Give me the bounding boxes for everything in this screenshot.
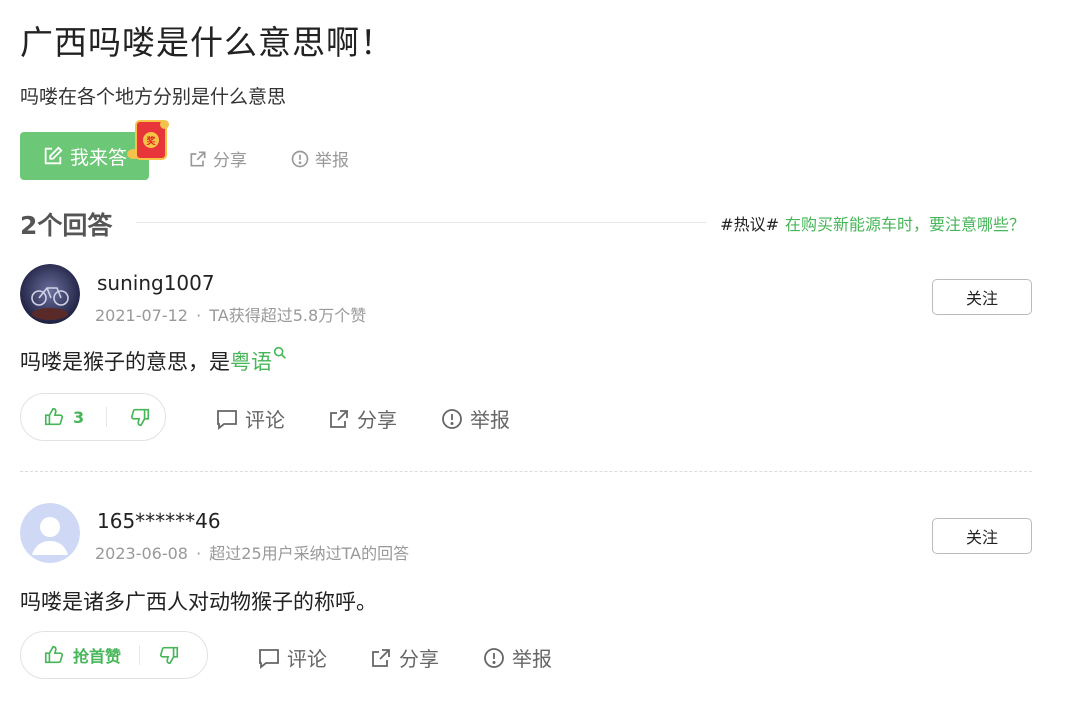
like-button[interactable]: 3 — [43, 406, 84, 428]
vote-pill: 3 — [20, 393, 166, 441]
keyword-link[interactable]: 粤语 — [230, 346, 288, 374]
comment-label: 评论 — [287, 647, 327, 671]
username[interactable]: 165******46 — [97, 509, 221, 533]
share-button[interactable]: 分享 — [327, 404, 397, 433]
share-icon — [330, 409, 348, 428]
hot-tag: #热议# — [720, 215, 779, 234]
warning-icon — [442, 408, 462, 429]
dislike-button[interactable] — [158, 644, 180, 666]
question-share-button[interactable]: 分享 — [188, 146, 247, 171]
thumbs-up-icon — [44, 407, 64, 426]
coin-decoration-small — [160, 120, 169, 129]
answer-meta: 2021-07-12 · TA获得超过5.8万个赞 — [95, 302, 366, 326]
answer-count: 2个回答 — [20, 211, 113, 240]
vote-pill: 抢首赞 — [20, 631, 208, 679]
keyword-text: 粤语 — [230, 350, 272, 374]
dislike-button[interactable] — [129, 406, 151, 428]
thumbs-down-icon — [131, 408, 150, 427]
question-report-label: 举报 — [315, 151, 349, 171]
vote-divider — [106, 407, 108, 427]
avatar[interactable] — [20, 503, 80, 563]
share-label: 分享 — [399, 647, 439, 671]
first-like-button[interactable]: 抢首赞 — [43, 643, 121, 667]
answer-text: 吗喽是猴子的意思，是粤语 — [20, 345, 288, 376]
question-description: 吗喽在各个地方分别是什么意思 — [20, 86, 287, 108]
first-like-label: 抢首赞 — [73, 647, 122, 666]
question-title: 广西吗喽是什么意思啊！ — [20, 23, 394, 62]
share-icon — [372, 648, 390, 667]
answer-text: 吗喽是诸多广西人对动物猴子的称呼。 — [20, 590, 377, 614]
report-label: 举报 — [512, 647, 552, 671]
red-packet-label: 奖 — [143, 132, 159, 148]
comment-label: 评论 — [245, 408, 285, 432]
comment-icon — [217, 409, 237, 430]
answer-meta: 2023-06-08 · 超过25用户采纳过TA的回答 — [95, 540, 409, 564]
comment-icon — [259, 648, 279, 669]
search-icon — [273, 346, 286, 359]
share-icon — [190, 151, 206, 166]
thumbs-up-icon — [44, 645, 64, 664]
vote-divider — [139, 645, 141, 665]
answer-date: 2023-06-08 — [95, 544, 188, 563]
thumbs-down-icon — [159, 646, 179, 665]
share-label: 分享 — [357, 408, 397, 432]
meta-separator: · — [196, 544, 202, 563]
header-divider — [136, 222, 706, 223]
report-button[interactable]: 举报 — [440, 404, 510, 433]
follow-button[interactable]: 关注 — [932, 518, 1032, 554]
answer-button-label: 我来答 — [69, 146, 127, 169]
warning-icon — [291, 150, 309, 167]
bicycle-avatar-image — [20, 264, 80, 324]
hot-topic-link[interactable]: 在购买新能源车时，要注意哪些？ — [785, 215, 1025, 234]
hot-topic[interactable]: #热议# 在购买新能源车时，要注意哪些？ — [720, 211, 1025, 235]
report-button[interactable]: 举报 — [482, 643, 552, 672]
share-button[interactable]: 分享 — [369, 643, 439, 672]
username[interactable]: suning1007 — [97, 271, 215, 295]
meta-separator: · — [196, 306, 202, 325]
user-badge: 超过25用户采纳过TA的回答 — [209, 544, 410, 563]
question-report-button[interactable]: 举报 — [290, 146, 349, 171]
comment-button[interactable]: 评论 — [215, 404, 285, 433]
edit-icon — [44, 146, 63, 165]
answer-text-body: 吗喽是猴子的意思，是 — [20, 350, 230, 374]
comment-button[interactable]: 评论 — [257, 643, 327, 672]
answer-date: 2021-07-12 — [95, 306, 188, 325]
avatar[interactable] — [20, 264, 80, 324]
question-share-label: 分享 — [213, 151, 247, 171]
like-count: 3 — [73, 407, 85, 427]
report-label: 举报 — [470, 408, 510, 432]
warning-icon — [484, 647, 504, 668]
answer-divider — [20, 471, 1032, 472]
follow-button[interactable]: 关注 — [932, 279, 1032, 315]
user-badge: TA获得超过5.8万个赞 — [209, 306, 367, 325]
default-avatar-icon — [20, 503, 80, 563]
